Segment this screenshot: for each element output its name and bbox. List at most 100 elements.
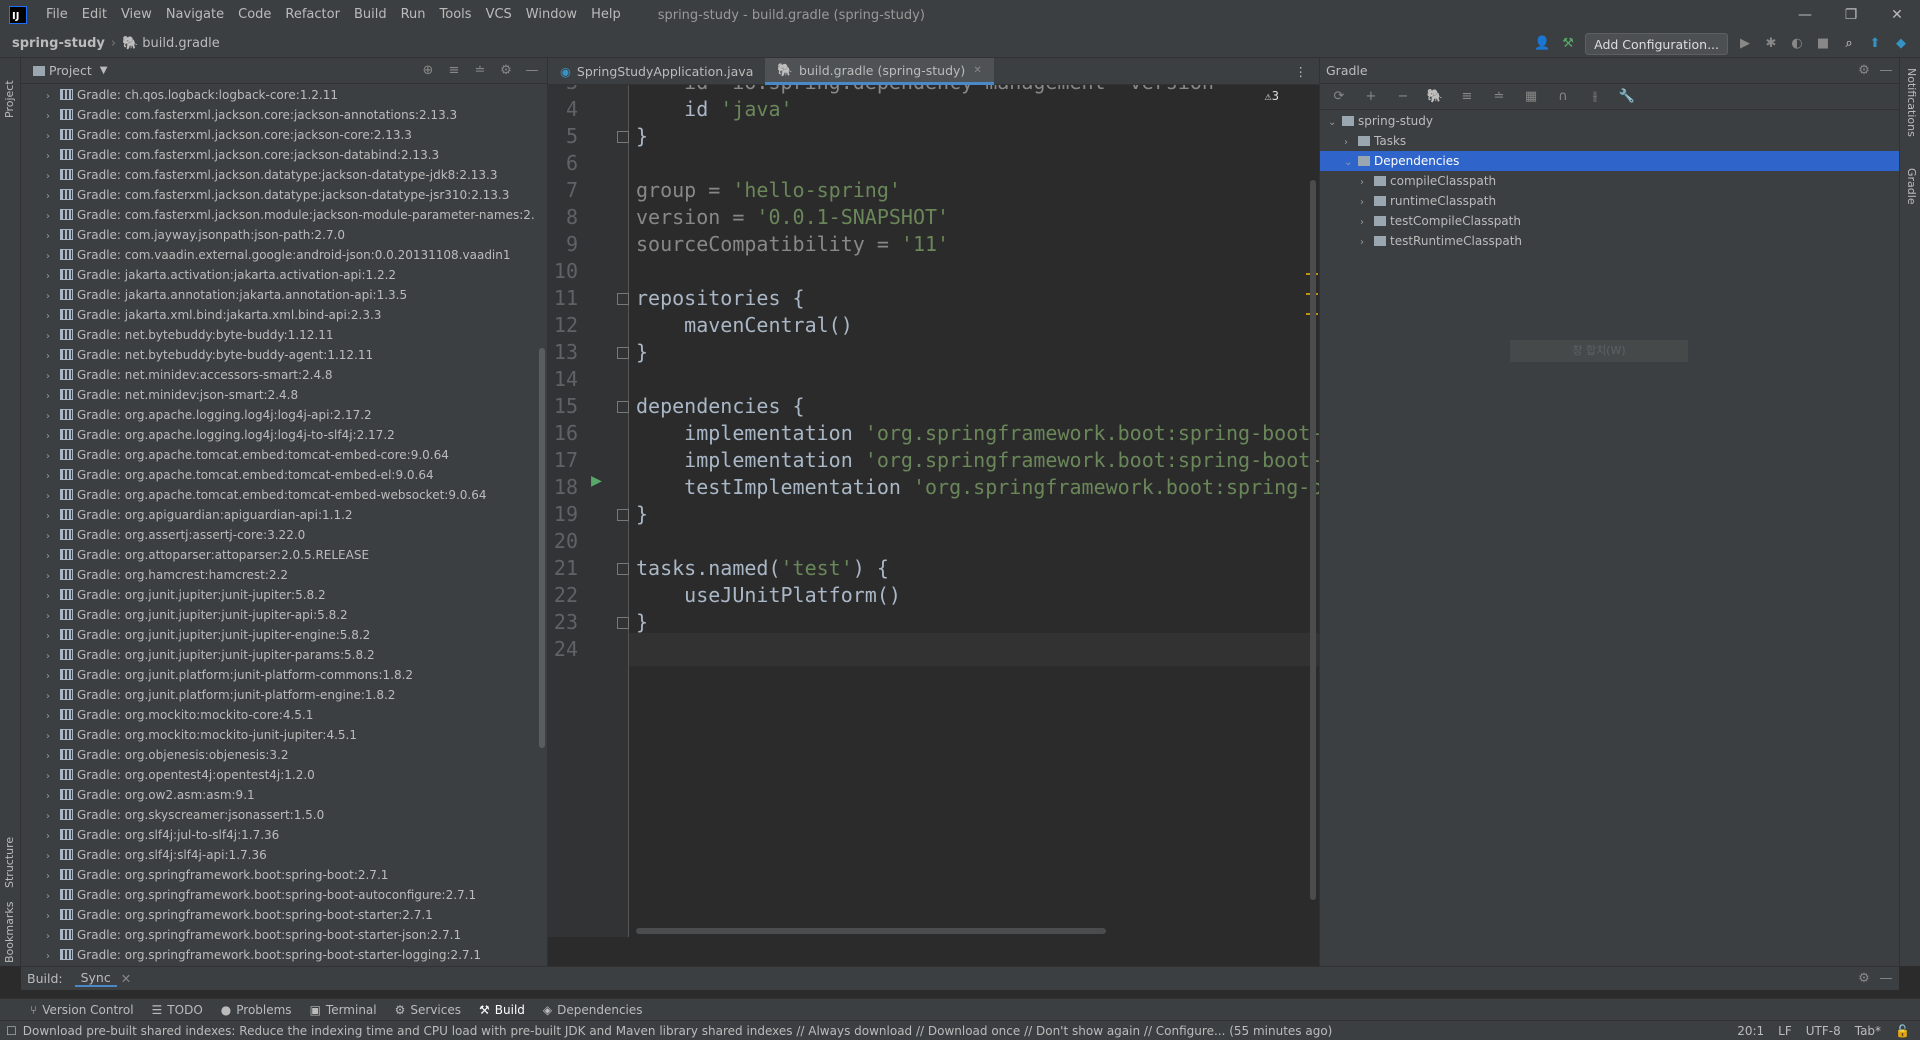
chevron-right-icon[interactable]: › (46, 107, 60, 127)
hide-icon[interactable]: — (1877, 970, 1895, 988)
reload-icon[interactable]: ⟳ (1330, 88, 1348, 106)
editor-tab[interactable]: 🐘 build.gradle (spring-study) ✕ (765, 58, 994, 85)
run-icon[interactable]: ▶ (1736, 35, 1754, 53)
menu-refactor[interactable]: Refactor (278, 0, 347, 30)
expand-all-icon[interactable]: ≡ (1458, 88, 1476, 106)
tree-item-library[interactable]: › Gradle: org.skyscreamer:jsonassert:1.5.… (21, 805, 536, 825)
restore-button[interactable]: ❐ (1828, 0, 1874, 30)
hide-icon[interactable]: — (523, 62, 541, 80)
debug-icon[interactable]: ✱ (1762, 35, 1780, 53)
tree-item-library[interactable]: › Gradle: org.springframework.boot:spring… (21, 885, 536, 905)
menu-build[interactable]: Build (347, 0, 394, 30)
tree-item-library[interactable]: › Gradle: org.junit.platform:junit-platfo… (21, 685, 536, 705)
chevron-down-icon[interactable]: ▼ (100, 65, 108, 76)
gradle-tree-item[interactable]: › compileClasspath (1320, 171, 1900, 191)
chevron-right-icon[interactable]: › (46, 667, 60, 687)
tree-item-library[interactable]: › Gradle: com.fasterxml.jackson.module:ja… (21, 205, 536, 225)
fold-marker-icon[interactable] (617, 563, 629, 575)
tree-item-library[interactable]: › Gradle: com.fasterxml.jackson.datatype:… (21, 185, 536, 205)
fold-marker-icon[interactable] (617, 131, 629, 143)
caret-position[interactable]: 20:1 (1737, 1024, 1764, 1038)
chevron-right-icon[interactable]: › (46, 447, 60, 467)
tree-item-library[interactable]: › Gradle: org.apache.tomcat.embed:tomcat-… (21, 445, 536, 465)
tree-item-library[interactable]: › Gradle: org.assertj:assertj-core:3.22.0 (21, 525, 536, 545)
editor-vertical-scrollbar[interactable] (1310, 180, 1316, 900)
chevron-right-icon[interactable]: › (46, 467, 60, 487)
tool-tab-services[interactable]: ⚙ Services (395, 1003, 461, 1017)
execute-task-icon[interactable]: 🐘 (1426, 88, 1444, 106)
tree-item-library[interactable]: › Gradle: com.vaadin.external.google:andr… (21, 245, 536, 265)
line-separator[interactable]: LF (1778, 1024, 1792, 1038)
tree-item-library[interactable]: › Gradle: org.apiguardian:apiguardian-api… (21, 505, 536, 525)
build-hammer-icon[interactable]: ⚒ (1559, 35, 1577, 53)
chevron-right-icon[interactable]: › (46, 327, 60, 347)
tree-item-library[interactable]: › Gradle: net.minidev:json-smart:2.4.8 (21, 385, 536, 405)
chevron-right-icon[interactable]: › (46, 627, 60, 647)
close-window-button[interactable]: ✕ (1874, 0, 1920, 30)
gradle-tree-item[interactable]: ⌄ spring-study (1320, 111, 1900, 131)
tree-item-library[interactable]: › Gradle: ch.qos.logback:logback-core:1.2… (21, 85, 536, 105)
chevron-down-icon[interactable]: ⌄ (1328, 113, 1342, 133)
lock-icon[interactable]: 🔓 (1895, 1024, 1910, 1038)
chevron-right-icon[interactable]: › (46, 887, 60, 907)
chevron-right-icon[interactable]: › (46, 287, 60, 307)
tree-item-library[interactable]: › Gradle: org.opentest4j:opentest4j:1.2.0 (21, 765, 536, 785)
gradle-tree-item[interactable]: › testCompileClasspath (1320, 211, 1900, 231)
tree-item-library[interactable]: › Gradle: org.junit.jupiter:junit-jupiter… (21, 585, 536, 605)
close-icon[interactable]: ✕ (973, 65, 981, 76)
tree-item-library[interactable]: › Gradle: org.springframework.boot:spring… (21, 865, 536, 885)
chevron-right-icon[interactable]: › (46, 767, 60, 787)
tree-item-library[interactable]: › Gradle: org.apache.tomcat.embed:tomcat-… (21, 485, 536, 505)
tool-tab-problems[interactable]: ● Problems (221, 1003, 292, 1017)
tree-item-library[interactable]: › Gradle: org.slf4j:slf4j-api:1.7.36 (21, 845, 536, 865)
tree-item-library[interactable]: › Gradle: org.apache.logging.log4j:log4j-… (21, 425, 536, 445)
expand-all-icon[interactable]: ≡ (445, 62, 463, 80)
tool-tab-todo[interactable]: ☰ TODO (152, 1003, 203, 1017)
project-panel-title[interactable]: Project (49, 63, 92, 78)
tree-item-library[interactable]: › Gradle: org.slf4j:jul-to-slf4j:1.7.36 (21, 825, 536, 845)
tree-item-library[interactable]: › Gradle: org.junit.jupiter:junit-jupiter… (21, 605, 536, 625)
tree-item-library[interactable]: › Gradle: org.junit.platform:junit-platfo… (21, 665, 536, 685)
breadcrumb-project[interactable]: spring-study (12, 36, 105, 51)
tree-item-library[interactable]: › Gradle: org.junit.jupiter:junit-jupiter… (21, 645, 536, 665)
update-icon[interactable]: ⬆ (1866, 35, 1884, 53)
group-modules-icon[interactable]: ▦ (1522, 88, 1540, 106)
menu-edit[interactable]: Edit (75, 0, 114, 30)
menu-code[interactable]: Code (231, 0, 278, 30)
tree-item-library[interactable]: › Gradle: com.fasterxml.jackson.datatype:… (21, 165, 536, 185)
chevron-right-icon[interactable]: › (46, 947, 60, 965)
chevron-right-icon[interactable]: › (46, 307, 60, 327)
chevron-right-icon[interactable]: › (46, 647, 60, 667)
chevron-right-icon[interactable]: › (46, 527, 60, 547)
build-output-area[interactable] (21, 990, 1899, 998)
code-line[interactable]: 24 (548, 633, 1319, 666)
gear-icon[interactable]: ⚙ (1855, 970, 1873, 988)
remove-icon[interactable]: − (1394, 88, 1412, 106)
menu-tools[interactable]: Tools (433, 0, 479, 30)
project-tree-scrollbar[interactable] (539, 348, 545, 748)
chevron-right-icon[interactable]: › (46, 407, 60, 427)
chevron-right-icon[interactable]: › (46, 687, 60, 707)
fold-marker-icon[interactable] (617, 401, 629, 413)
chevron-right-icon[interactable]: › (46, 267, 60, 287)
chevron-right-icon[interactable]: › (46, 167, 60, 187)
chevron-right-icon[interactable]: › (1360, 233, 1374, 253)
tree-item-library[interactable]: › Gradle: net.bytebuddy:byte-buddy-agent:… (21, 345, 536, 365)
tool-tab-terminal[interactable]: ▣ Terminal (310, 1003, 377, 1017)
tab-overflow-icon[interactable]: ⋮ (1283, 58, 1320, 85)
chevron-right-icon[interactable]: › (46, 207, 60, 227)
chevron-right-icon[interactable]: › (46, 547, 60, 567)
run-gutter-icon[interactable]: ▶ (591, 470, 602, 491)
menu-run[interactable]: Run (394, 0, 433, 30)
tree-item-library[interactable]: › Gradle: org.springframework.boot:spring… (21, 925, 536, 945)
chevron-right-icon[interactable]: › (46, 87, 60, 107)
chevron-right-icon[interactable]: › (46, 907, 60, 927)
tree-item-library[interactable]: › Gradle: org.attoparser:attoparser:2.0.5… (21, 545, 536, 565)
chevron-down-icon[interactable]: ⌄ (1344, 153, 1358, 173)
tree-item-library[interactable]: › Gradle: org.mockito:mockito-core:4.5.1 (21, 705, 536, 725)
gear-icon[interactable]: ⚙ (1855, 62, 1873, 80)
tree-item-library[interactable]: › Gradle: org.springframework.boot:spring… (21, 905, 536, 925)
chevron-right-icon[interactable]: › (1344, 133, 1358, 153)
offline-mode-icon[interactable]: ∩ (1554, 88, 1572, 106)
gradle-tree-item[interactable]: ⌄ Dependencies (1320, 151, 1900, 171)
